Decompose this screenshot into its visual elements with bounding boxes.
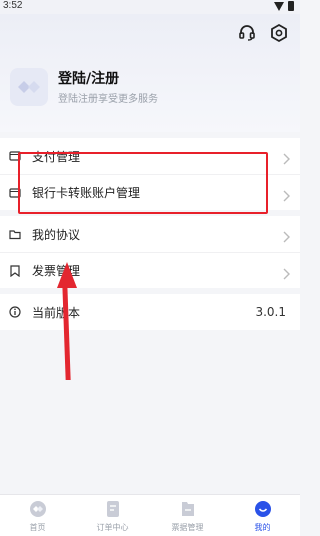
status-icons (274, 1, 294, 11)
chevron-right-icon (282, 265, 290, 284)
tab-label: 首页 (29, 523, 46, 532)
info-icon (8, 305, 22, 319)
invoice-icon (179, 500, 197, 518)
order-icon (104, 500, 122, 518)
status-bar: 3:52 (0, 0, 300, 14)
menu-item-label: 当前版本 (32, 305, 81, 320)
tab-label: 我的 (254, 523, 271, 532)
customer-service-icon[interactable] (236, 22, 258, 44)
header-actions (236, 22, 290, 44)
tab-profile[interactable]: 我的 (225, 495, 300, 536)
menu-item-invoice-management[interactable]: 发票管理 (0, 252, 300, 288)
tab-invoices[interactable]: 票据管理 (150, 495, 225, 536)
menu-item-label: 我的协议 (32, 227, 81, 242)
version-value: 3.0.1 (255, 305, 286, 319)
home-icon (29, 500, 47, 518)
chevron-right-icon (282, 187, 290, 206)
menu-group-documents: 我的协议 发票管理 (0, 216, 300, 288)
settings-icon[interactable] (268, 22, 290, 44)
tab-label: 票据管理 (171, 523, 204, 532)
highlight-box (18, 152, 268, 214)
wifi-icon (274, 1, 284, 11)
tab-orders[interactable]: 订单中心 (75, 495, 150, 536)
status-time: 3:52 (3, 0, 23, 11)
menu-item-my-agreements[interactable]: 我的协议 (0, 216, 300, 252)
login-title[interactable]: 登陆/注册 (58, 68, 119, 88)
battery-icon (288, 1, 294, 11)
bottom-tabbar: 首页 订单中心 票据管理 我的 (0, 494, 300, 536)
bookmark-icon (8, 264, 22, 278)
avatar[interactable] (10, 68, 48, 106)
chevron-right-icon (282, 228, 290, 247)
login-subtitle: 登陆注册享受更多服务 (58, 94, 158, 105)
profile-header: 登陆/注册 登陆注册享受更多服务 (0, 14, 300, 132)
tab-home[interactable]: 首页 (0, 495, 75, 536)
menu-item-current-version: 当前版本 3.0.1 (0, 294, 300, 330)
tab-label: 订单中心 (96, 523, 129, 532)
profile-icon (254, 500, 272, 518)
menu-group-about: 当前版本 3.0.1 (0, 294, 300, 330)
folder-icon (8, 227, 22, 241)
chevron-right-icon (282, 150, 290, 169)
